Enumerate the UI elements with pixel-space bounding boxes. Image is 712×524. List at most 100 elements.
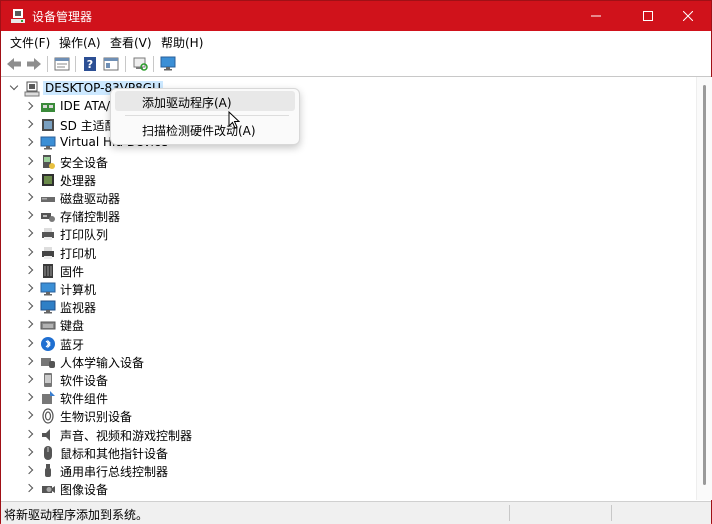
expand-chevron-icon[interactable] [24,320,34,329]
minimize-button[interactable] [573,1,619,31]
firmware-icon [43,263,53,278]
window-title: 设备管理器 [32,10,93,24]
tree-row-label: 人体学输入设备 [60,355,145,370]
expand-chevron-icon[interactable] [24,192,34,202]
expand-chevron-icon[interactable] [24,374,34,384]
toolbar: ? [1,52,711,77]
expand-chevron-icon[interactable] [24,301,34,311]
help-icon[interactable]: ? [81,55,99,73]
tree-row[interactable]: 打印队列 [1,225,301,243]
tree-row-label: 键盘 [60,319,85,334]
tree-row[interactable]: 蓝牙 [1,335,301,353]
tree-row[interactable]: 安全设备 [1,153,301,171]
usb-icon [45,464,51,477]
tree-row[interactable]: 人体学输入设备 [1,353,301,371]
toolbar-separator [75,56,76,72]
expand-chevron-icon[interactable] [24,229,34,238]
tree-row-label: 蓝牙 [60,337,85,352]
status-divider [509,505,510,521]
expand-chevron-icon[interactable] [24,156,34,165]
tree-row[interactable]: 打印机 [1,244,301,262]
tree-row[interactable]: 键盘 [1,316,301,334]
tree-row[interactable]: 鼠标和其他指针设备 [1,444,301,462]
tree-row[interactable]: 声音、视频和游戏控制器 [1,426,301,444]
expand-chevron-icon[interactable] [24,101,34,111]
computer-root-icon [24,81,40,97]
vertical-scrollbar[interactable] [696,77,712,500]
tree-row-label: 生物识别设备 [60,410,133,425]
expand-chevron-icon[interactable] [24,247,34,256]
ide-controller-icon [41,103,55,112]
menu-file[interactable]: 文件(F) [10,34,50,51]
storage-controller-icon [41,213,55,223]
monitor-icon [40,300,56,314]
hid-icon [41,357,55,368]
menu-help[interactable]: 帮助(H) [161,34,203,51]
toolbar-separator [125,56,126,72]
tree-row-label: 安全设备 [60,155,109,170]
virtual-hid-icon [40,136,56,150]
status-text: 将新驱动程序添加到系统。 [4,508,149,522]
software-device-icon [44,373,52,387]
maximize-icon [643,11,653,21]
tree-row-label: 处理器 [60,173,97,188]
tree-row[interactable]: 固件 [1,262,301,280]
tree-row-label: IDE ATA/ [60,99,111,113]
tree-row[interactable]: 磁盘驱动器 [1,189,301,207]
close-button[interactable] [665,1,711,31]
expand-chevron-icon[interactable] [24,283,34,293]
expand-chevron-icon[interactable] [24,265,34,275]
context-scan-hardware[interactable]: 扫描检测硬件改动(A) [115,119,295,139]
expand-chevron-icon[interactable] [24,392,34,402]
scan-hardware-icon[interactable] [131,55,149,73]
expand-chevron-icon[interactable] [24,138,34,147]
monitor-icon[interactable] [159,55,177,73]
mouse-cursor-icon [228,111,240,129]
expand-chevron-icon[interactable] [24,411,34,420]
tree-row-label: 图像设备 [60,483,109,498]
tree-row[interactable]: 图像设备 [1,480,301,498]
disk-drive-icon [41,197,55,202]
context-menu: 添加驱动程序(A) 扫描检测硬件改动(A) [110,88,300,145]
tree-row-label: 软件组件 [60,392,109,407]
forward-arrow-icon[interactable] [25,55,43,73]
tree-row[interactable]: 监视器 [1,298,301,316]
properties-icon[interactable] [53,55,71,73]
expand-chevron-icon[interactable] [24,447,34,457]
tree-row[interactable]: 通用串行总线控制器 [1,462,301,480]
title-bar: 设备管理器 [1,1,711,31]
tree-row-label: 固件 [60,264,85,279]
tree-row[interactable]: 存储控制器 [1,207,301,225]
toolbar-separator [153,56,154,72]
toolbar-separator [47,56,48,72]
processor-icon [42,173,54,186]
sd-host-icon [42,119,54,132]
expand-chevron-icon[interactable] [24,483,34,493]
menu-view[interactable]: 查看(V) [110,34,152,51]
expand-chevron-icon[interactable] [24,465,34,475]
tree-row[interactable]: 软件组件 [1,389,301,407]
expand-chevron-icon[interactable] [24,174,34,184]
tree-row-label: 打印机 [60,246,97,261]
context-add-driver[interactable]: 添加驱动程序(A) [115,91,295,111]
expand-chevron-icon[interactable] [24,356,34,366]
collapse-chevron-icon[interactable] [9,81,19,91]
tree-row[interactable]: 生物识别设备 [1,407,301,425]
tree-row[interactable]: 处理器 [1,171,301,189]
tree-row[interactable]: 软件设备 [1,371,301,389]
scrollbar-thumb[interactable] [703,85,706,485]
console-icon[interactable] [102,55,120,73]
expand-chevron-icon[interactable] [24,210,34,220]
minimize-icon [591,15,601,17]
expand-chevron-icon[interactable] [24,429,34,438]
status-bar: 将新驱动程序添加到系统。 [1,501,711,524]
tree-row[interactable]: 计算机 [1,280,301,298]
menu-bar: 文件(F) 操作(A) 查看(V) 帮助(H) [1,31,711,53]
tree-row-label: 打印队列 [60,228,109,243]
keyboard-icon [40,321,56,330]
expand-chevron-icon[interactable] [24,119,34,129]
expand-chevron-icon[interactable] [24,338,34,347]
context-add-driver-label: 添加驱动程序(A) [142,96,232,110]
menu-action[interactable]: 操作(A) [59,34,101,51]
back-arrow-icon[interactable] [5,55,23,73]
